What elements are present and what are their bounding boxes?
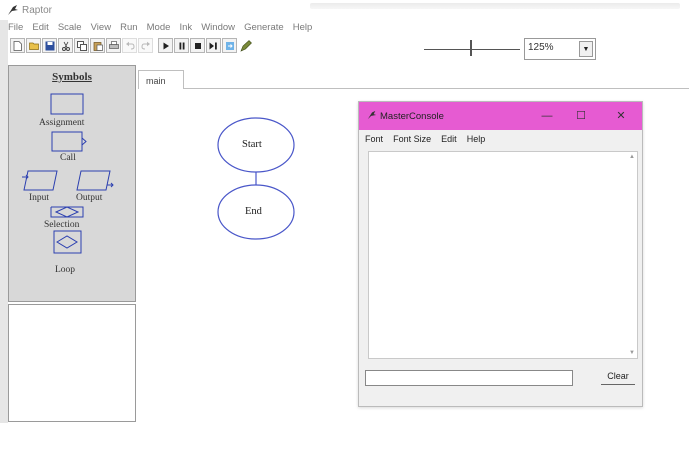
- symbol-loop-label[interactable]: Loop: [55, 265, 75, 275]
- stop-icon[interactable]: [190, 38, 205, 53]
- undo-icon[interactable]: [122, 38, 137, 53]
- menu-help[interactable]: Help: [293, 22, 313, 33]
- minimize-icon[interactable]: —: [535, 107, 559, 125]
- new-file-icon[interactable]: [10, 38, 25, 53]
- title-bar-blurred-text: [310, 3, 680, 9]
- symbol-assignment-label[interactable]: Assignment: [39, 118, 84, 128]
- console-menu-bar: Font Font Size Edit Help: [365, 133, 492, 147]
- symbol-selection-label[interactable]: Selection: [44, 220, 79, 230]
- console-menu-help[interactable]: Help: [467, 134, 486, 144]
- pen-ink-icon[interactable]: [238, 38, 253, 53]
- copy-icon[interactable]: [74, 38, 89, 53]
- redo-icon[interactable]: [138, 38, 153, 53]
- menu-scale[interactable]: Scale: [58, 22, 82, 33]
- console-menu-font-size[interactable]: Font Size: [393, 134, 431, 144]
- print-icon[interactable]: [106, 38, 121, 53]
- input-symbol-icon: [23, 170, 58, 191]
- menu-mode[interactable]: Mode: [147, 22, 171, 33]
- tab-main-label: main: [146, 76, 166, 86]
- console-title: MasterConsole: [380, 111, 444, 122]
- menu-bar: File Edit Scale View Run Mode Ink Window…: [0, 21, 689, 36]
- close-icon[interactable]: ✕: [609, 107, 633, 125]
- zoom-value: 125%: [528, 42, 554, 53]
- menu-generate[interactable]: Generate: [244, 22, 284, 33]
- menu-window[interactable]: Window: [201, 22, 235, 33]
- tab-main[interactable]: main: [138, 70, 184, 89]
- output-symbol-icon: [76, 170, 111, 191]
- save-icon[interactable]: [42, 38, 57, 53]
- start-node-label[interactable]: Start: [242, 139, 262, 150]
- app-title: Raptor: [22, 5, 53, 16]
- maximize-icon[interactable]: ☐: [569, 107, 593, 125]
- step-into-icon[interactable]: [222, 38, 237, 53]
- chevron-down-icon[interactable]: ▼: [579, 41, 593, 57]
- paste-icon[interactable]: [90, 38, 105, 53]
- scroll-down-icon[interactable]: ▼: [629, 350, 635, 356]
- symbol-output-label[interactable]: Output: [76, 193, 102, 203]
- symbols-panel: Symbols Assignment Call Input Output Sel…: [8, 65, 136, 302]
- menu-ink[interactable]: Ink: [179, 22, 192, 33]
- step-icon[interactable]: [206, 38, 221, 53]
- console-menu-edit[interactable]: Edit: [441, 134, 457, 144]
- play-icon[interactable]: [158, 38, 173, 53]
- title-bar: Raptor: [0, 0, 689, 20]
- symbol-call-label[interactable]: Call: [60, 153, 76, 163]
- assignment-symbol-icon: [50, 93, 84, 115]
- tab-strip: main: [138, 66, 689, 89]
- variables-panel: [8, 304, 136, 422]
- menu-view[interactable]: View: [91, 22, 111, 33]
- zoom-slider-thumb[interactable]: [470, 40, 473, 56]
- clear-button[interactable]: Clear: [601, 368, 635, 385]
- zoom-select[interactable]: 125% ▼: [524, 38, 596, 60]
- menu-edit[interactable]: Edit: [32, 22, 48, 33]
- raptor-logo-icon: [8, 5, 18, 15]
- master-console-window: MasterConsole — ☐ ✕ Font Font Size Edit …: [358, 101, 643, 407]
- menu-file[interactable]: File: [8, 22, 23, 33]
- end-node-label[interactable]: End: [245, 206, 262, 217]
- menu-run[interactable]: Run: [120, 22, 137, 33]
- console-body: ▲ ▼: [368, 151, 638, 454]
- symbol-input-label[interactable]: Input: [29, 193, 49, 203]
- call-symbol-icon: [51, 131, 83, 152]
- window-left-edge: [0, 0, 8, 423]
- console-input-field[interactable]: [365, 370, 573, 386]
- cut-icon[interactable]: [58, 38, 73, 53]
- raptor-logo-icon: [367, 110, 377, 120]
- scroll-up-icon[interactable]: ▲: [629, 154, 635, 160]
- toolbar: 125% ▼: [10, 38, 686, 62]
- console-menu-font[interactable]: Font: [365, 134, 383, 144]
- console-output[interactable]: ▲ ▼: [368, 151, 638, 359]
- open-folder-icon[interactable]: [26, 38, 41, 53]
- pause-icon[interactable]: [174, 38, 189, 53]
- console-title-bar[interactable]: MasterConsole — ☐ ✕: [359, 102, 642, 130]
